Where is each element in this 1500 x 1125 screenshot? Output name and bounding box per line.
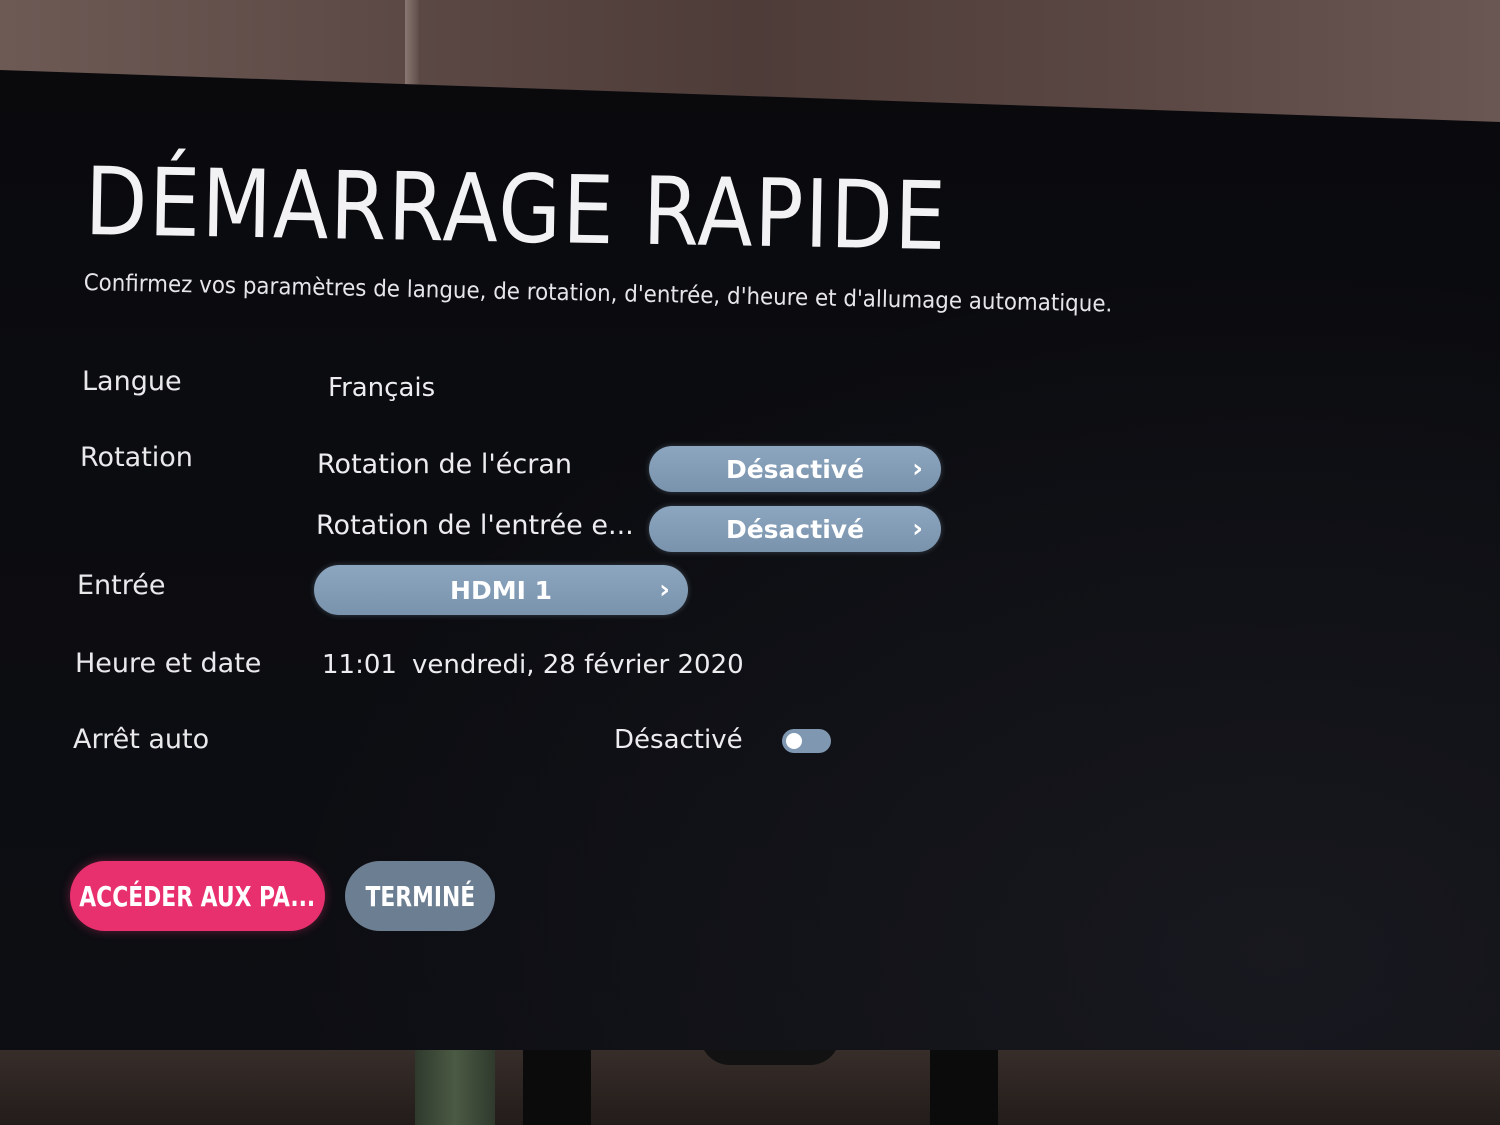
rotation-label: Rotation (80, 442, 193, 473)
chevron-right-icon: › (912, 454, 923, 484)
screen-rotation-label: Rotation de l'écran (317, 449, 572, 480)
wall-corner (405, 0, 419, 95)
auto-off-status: Désactivé (614, 725, 743, 755)
screen-rotation-select[interactable]: Désactivé › (649, 446, 941, 492)
access-settings-button-label: ACCÉDER AUX PA... (79, 879, 316, 913)
done-button-label: TERMINÉ (365, 879, 475, 913)
datetime-label: Heure et date (75, 648, 262, 679)
tv-stand-leg-left (523, 1040, 591, 1125)
page-title: DÉMARRAGE RAPIDE (84, 148, 949, 273)
access-settings-button[interactable]: ACCÉDER AUX PA... (70, 861, 325, 931)
date-value[interactable]: vendredi, 28 février 2020 (412, 650, 744, 680)
screen-rotation-value: Désactivé (725, 454, 865, 484)
done-button[interactable]: TERMINÉ (345, 861, 495, 931)
language-label: Langue (82, 366, 182, 397)
auto-off-label: Arrêt auto (73, 724, 210, 755)
tv-stand-leg-right (930, 1040, 998, 1125)
toggle-knob (786, 733, 802, 749)
auto-off-toggle[interactable] (782, 729, 831, 753)
chevron-right-icon: › (659, 575, 670, 605)
input-rotation-select[interactable]: Désactivé › (649, 506, 941, 552)
time-value[interactable]: 11:01 (322, 650, 397, 680)
input-source-value: HDMI 1 (450, 575, 552, 605)
input-label: Entrée (77, 570, 166, 601)
input-rotation-value: Désactivé (725, 514, 865, 544)
bottle (415, 1045, 495, 1125)
language-value[interactable]: Français (328, 373, 435, 403)
input-source-select[interactable]: HDMI 1 › (314, 565, 688, 615)
chevron-right-icon: › (912, 514, 923, 544)
input-rotation-label: Rotation de l'entrée e... (316, 510, 634, 541)
